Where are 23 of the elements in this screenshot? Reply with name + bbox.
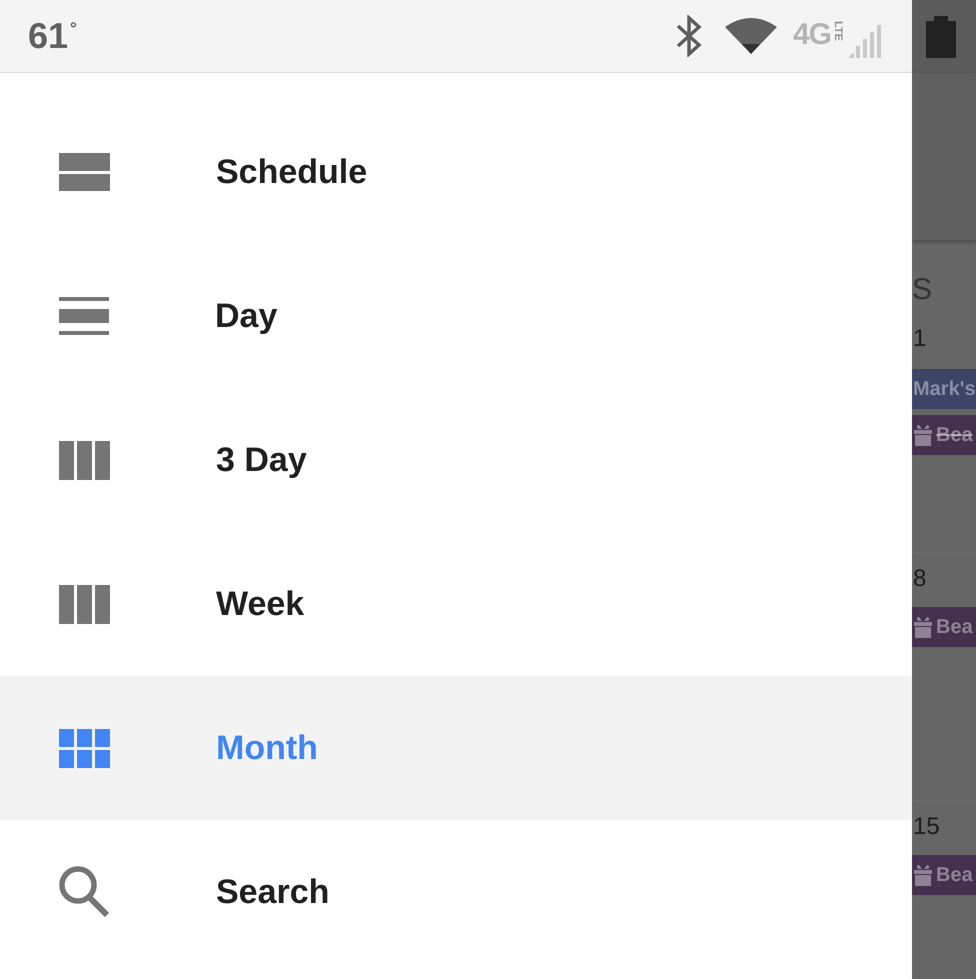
event-title: Bea: [936, 615, 973, 639]
battery-icon: [926, 16, 956, 58]
three-columns-icon: [59, 440, 110, 480]
temperature-label: 61$^{°}$: [28, 16, 77, 56]
wifi-icon: [724, 18, 777, 54]
three-columns-icon: [59, 584, 110, 624]
stacked-bars-icon: [59, 153, 110, 191]
event-title: Bea: [936, 863, 973, 887]
bluetooth-icon: [674, 15, 703, 57]
search-icon: [59, 866, 110, 918]
gift-icon: [913, 616, 933, 638]
bar-between-lines-icon: [59, 297, 109, 335]
event-title: Mark's: [913, 377, 976, 401]
gift-icon: [913, 424, 933, 446]
gift-icon: [913, 864, 933, 886]
signal-icon: [848, 24, 884, 58]
network-sub-label: LTE: [832, 21, 844, 41]
grid-icon: [59, 728, 110, 768]
network-type-label: 4G: [792, 21, 831, 49]
date-label: 8: [912, 564, 926, 594]
event-title: Bea: [936, 423, 973, 447]
date-label: 1: [912, 324, 926, 354]
date-label: 15: [912, 812, 940, 842]
